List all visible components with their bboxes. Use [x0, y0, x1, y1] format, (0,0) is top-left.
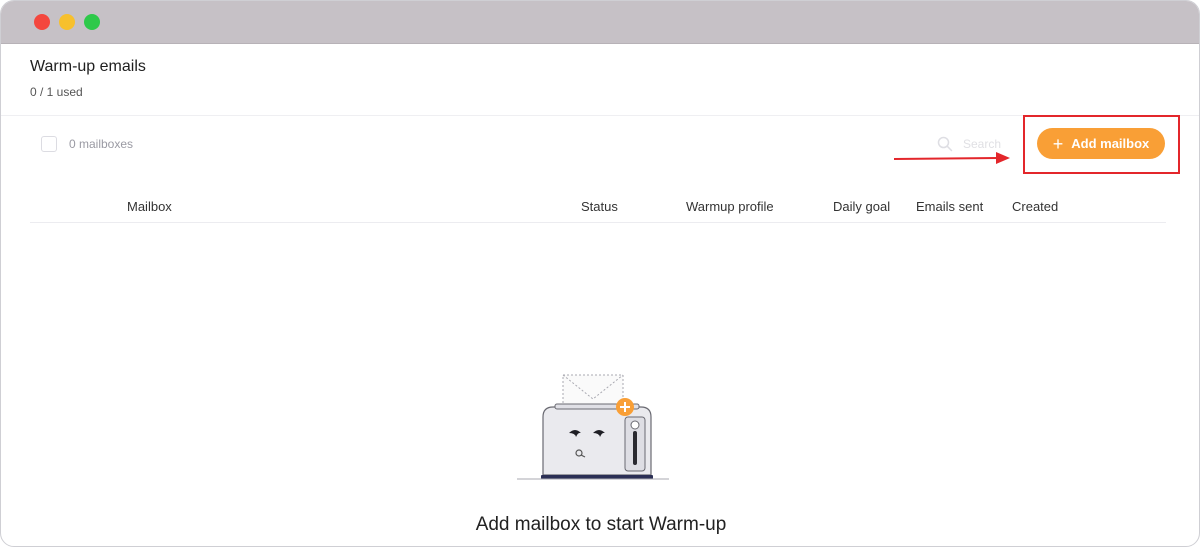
column-header-daily-goal[interactable]: Daily goal — [833, 199, 890, 214]
column-header-warmup-profile[interactable]: Warmup profile — [686, 199, 774, 214]
usage-counter: 0 / 1 used — [30, 85, 83, 99]
window-titlebar — [1, 1, 1199, 44]
column-header-emails-sent[interactable]: Emails sent — [916, 199, 983, 214]
page-title: Warm-up emails — [30, 58, 146, 75]
column-header-status[interactable]: Status — [581, 199, 618, 214]
maximize-window-button[interactable] — [84, 14, 100, 30]
add-mailbox-label: Add mailbox — [1071, 136, 1150, 151]
annotation-arrow-icon — [894, 152, 1010, 164]
empty-state-text: Add mailbox to start Warm-up — [475, 514, 727, 535]
table-header-rule — [30, 222, 1166, 223]
minimize-window-button[interactable] — [59, 14, 75, 30]
column-header-created[interactable]: Created — [1012, 199, 1058, 214]
select-all-checkbox[interactable] — [41, 136, 57, 152]
app-window: Warm-up emails 0 / 1 used 0 mailboxes + … — [0, 0, 1200, 547]
search-icon — [937, 136, 953, 152]
close-window-button[interactable] — [34, 14, 50, 30]
header-divider — [1, 115, 1199, 116]
add-mailbox-button[interactable]: + Add mailbox — [1037, 128, 1165, 159]
empty-state-message: Add mailbox to start Warm-up — [1, 514, 1199, 536]
mailbox-count: 0 mailboxes — [69, 137, 134, 151]
toaster-with-envelope-icon — [517, 374, 669, 480]
plus-icon: + — [1052, 133, 1064, 154]
column-header-mailbox[interactable]: Mailbox — [127, 199, 172, 214]
